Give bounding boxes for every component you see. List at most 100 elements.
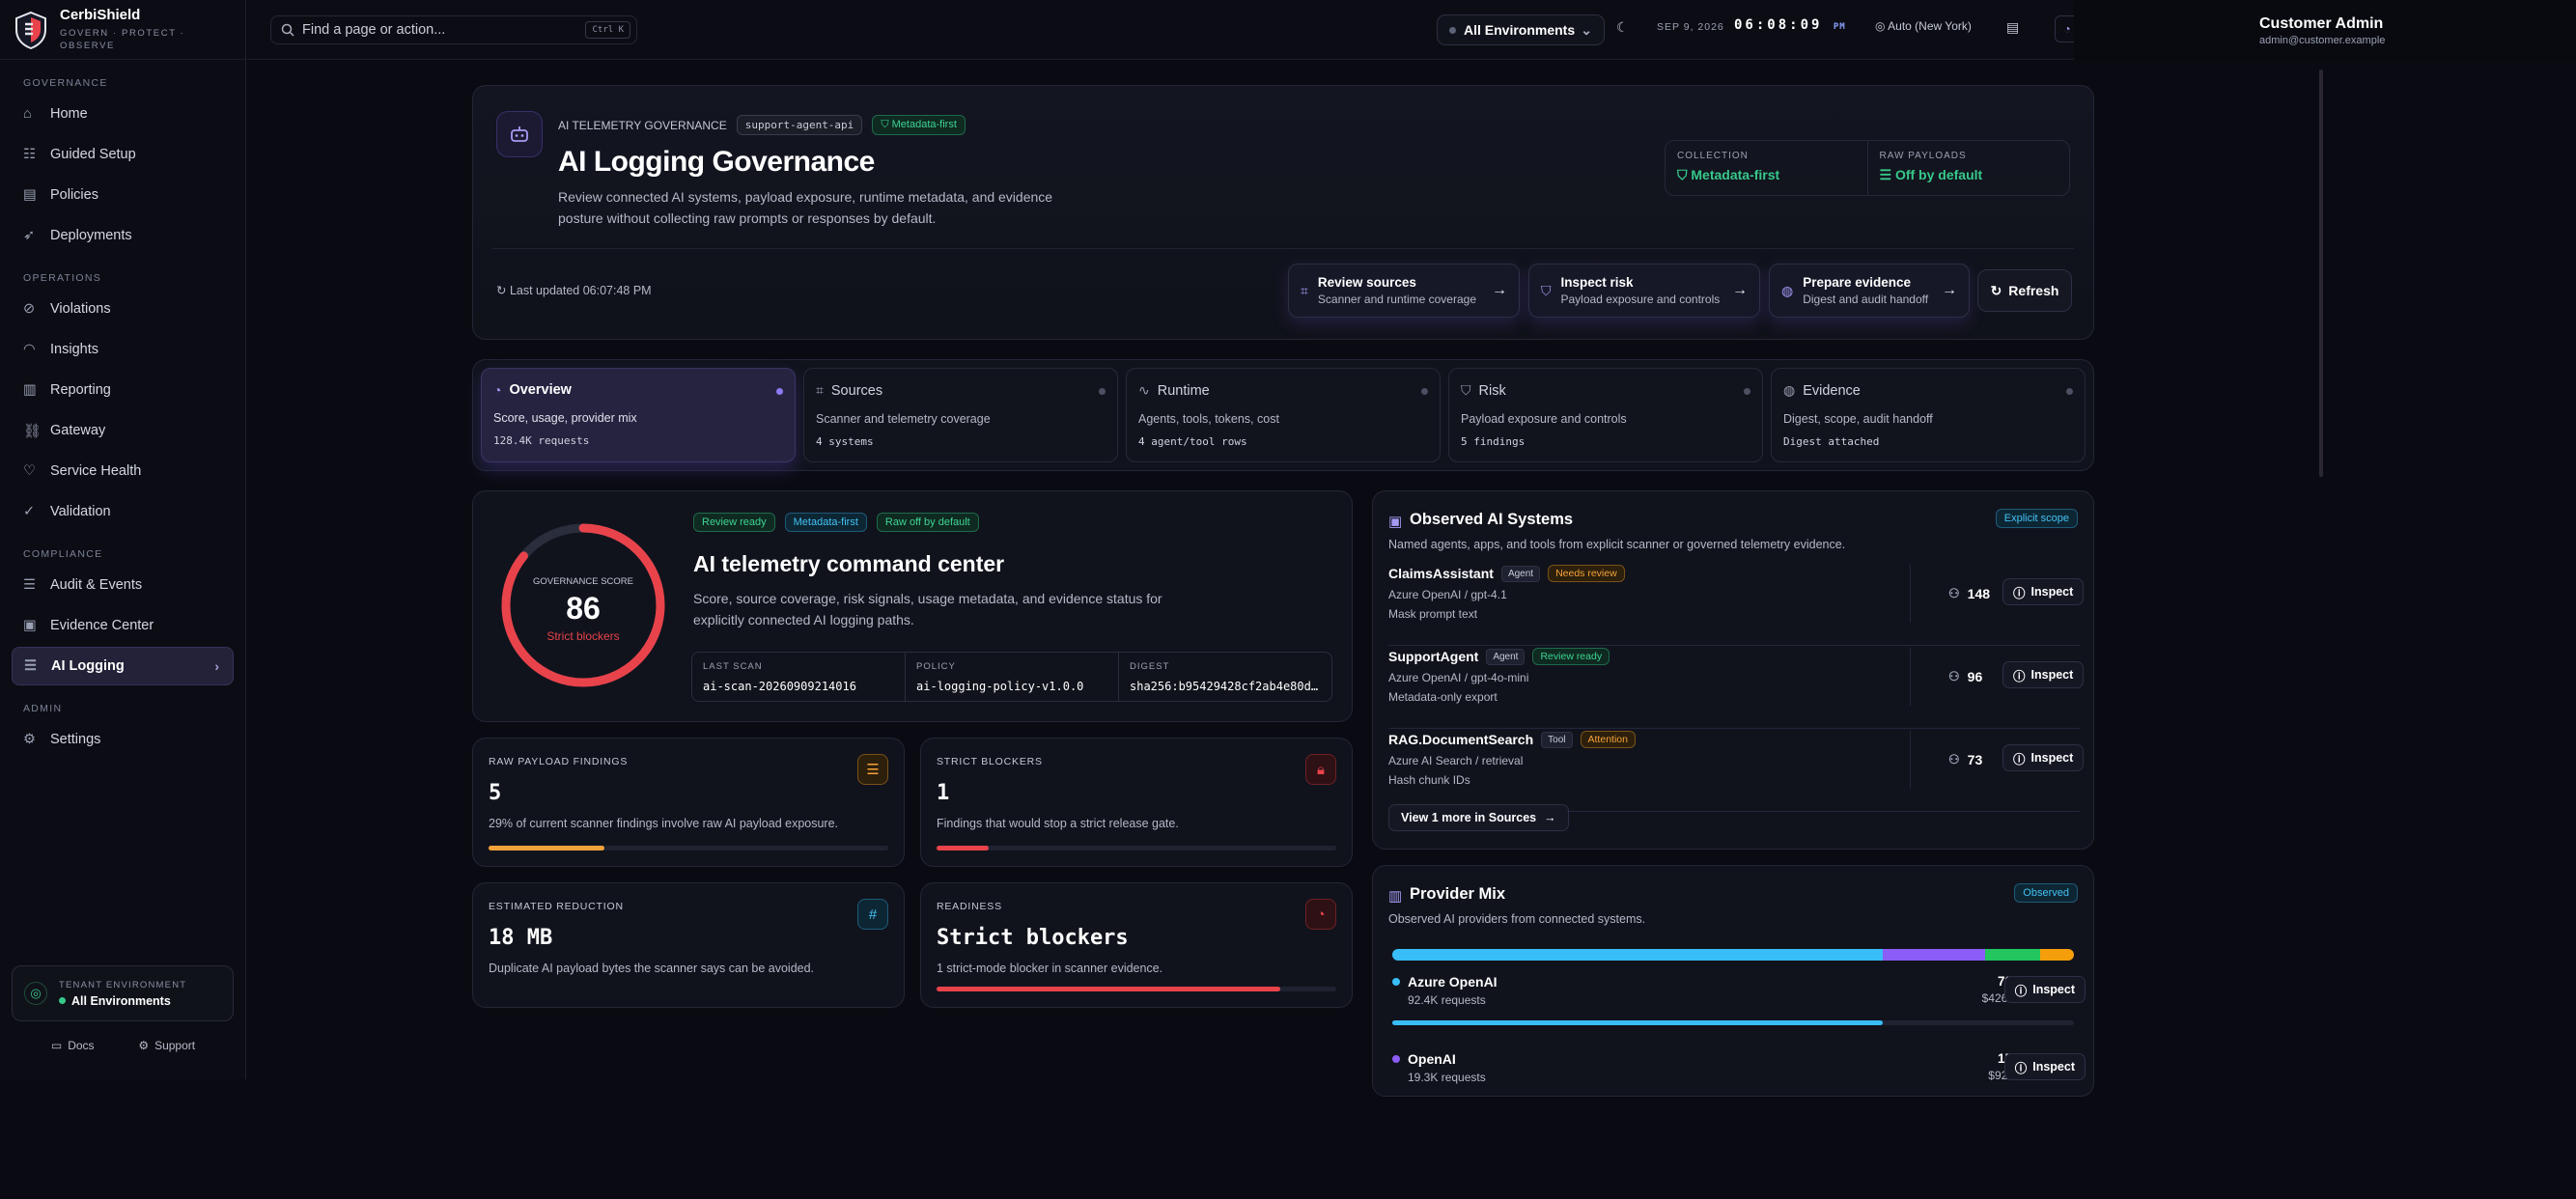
sidebar-item-validation[interactable]: ✓ Validation [12,492,234,531]
view-more-button[interactable]: View 1 more in Sources → [1388,804,1569,831]
activity-icon: ∿ [1138,382,1150,398]
sidebar-item-guided-setup[interactable]: ☷ Guided Setup [12,135,234,174]
observed-ai-systems-card: ▣ Observed AI Systems Named agents, apps… [1372,490,2094,850]
scan-icon: ⌗ [816,382,824,398]
scrollbar[interactable] [2319,70,2323,477]
status-badge: Raw off by default [876,513,979,532]
timezone-select[interactable]: ◎ Auto (New York) [1875,19,1972,33]
user-menu[interactable]: Customer Admin admin@customer.example [2074,0,2576,60]
metric-value: 5 [489,781,502,805]
database-icon: ☰ [857,754,888,785]
refresh-button[interactable]: ↻ Refresh [1977,269,2072,312]
metric-description: Duplicate AI payload bytes the scanner s… [489,962,815,975]
sidebar-item-violations[interactable]: ⊘ Violations [12,290,234,328]
provider-color-dot [1392,1055,1400,1063]
docs-link[interactable]: ▭ Docs [51,1039,95,1052]
tab-sources[interactable]: ⌗ Sources Scanner and telemetry coverage … [803,368,1118,462]
sidebar-item-evidence-center[interactable]: ▣ Evidence Center [12,606,234,645]
sidebar-item-label: Deployments [50,228,132,243]
sidebar-item-deployments[interactable]: ➶ Deployments [12,216,234,255]
inspect-label: Inspect [2032,983,2075,996]
inspect-button[interactable]: ⓘ Inspect [2002,744,2085,771]
topbar: Find a page or action... Ctrl K All Envi… [247,0,2080,60]
divider [492,248,2074,249]
search-icon [281,23,294,37]
inspect-button[interactable]: ⓘ Inspect [2002,578,2085,605]
metric-description: 29% of current scanner findings involve … [489,817,839,830]
nav-section-title: GOVERNANCE [23,77,108,89]
tenant-environment-selector[interactable]: ◎ TENANT ENVIRONMENT All Environments [12,965,234,1021]
system-row: RAG.DocumentSearch Tool Attention Azure AI … [1388,731,2085,812]
metric-label: STRICT BLOCKERS [937,756,1043,767]
sidebar-item-label: Reporting [50,382,111,398]
refresh-label: Refresh [2008,283,2059,298]
last-updated-text: Last updated 06:07:48 PM [509,284,652,297]
brand[interactable]: CerbiShield GOVERN · PROTECT · OBSERVE [0,0,245,60]
sidebar-item-policies[interactable]: ▤ Policies [12,176,234,214]
tab-runtime[interactable]: ∿ Runtime Agents, tools, tokens, cost 4 a… [1126,368,1441,462]
provider-mix-segment [2039,949,2074,961]
provider-mix-card: ▥ Provider Mix Observed AI providers fro… [1372,865,2094,1097]
action-title: Prepare evidence [1803,275,1912,290]
alert-icon: ⊘ [23,301,36,317]
sidebar-item-label: AI Logging [51,658,125,674]
provider-mix-segment [1985,949,2040,961]
heart-icon: ♡ [23,463,36,479]
evidence-icon: ▣ [23,618,37,633]
theme-toggle-moon-icon[interactable]: ☾ [1616,19,1629,36]
support-link[interactable]: ⚙ Support [138,1039,195,1052]
arrow-right-icon: → [1544,811,1556,824]
sidebar-item-service-health[interactable]: ♡ Service Health [12,452,234,490]
environment-select[interactable]: All Environments ⌄ [1437,14,1605,45]
timezone-label: Auto (New York) [1888,19,1972,33]
provider-requests: 92.4K requests [1408,993,1486,1007]
prepare-evidence-button[interactable]: ◍ Prepare evidence Digest and audit hando… [1769,264,1970,318]
tab-title: Risk [1478,382,1506,399]
card-subtitle: Observed AI providers from connected sys… [1388,912,1646,926]
search-input[interactable]: Find a page or action... Ctrl K [270,15,637,44]
provider-name: Azure OpenAI [1408,974,1498,990]
digest-value: sha256:b95429428cf2ab4e80d73... [1130,680,1321,693]
refresh-icon: ↻ [1990,282,2002,298]
chevron-right-icon: › [214,658,219,674]
tab-evidence[interactable]: ◍ Evidence Digest, scope, audit handoff D… [1771,368,2086,462]
tab-overview[interactable]: ◔ Overview Score, usage, provider mix 128… [481,368,796,462]
action-subtitle: Payload exposure and controls [1560,293,1721,306]
sidebar-item-label: Gateway [50,423,106,438]
system-status-badge: Review ready [1532,648,1610,665]
sidebar-item-gateway[interactable]: ⛓ Gateway [12,411,234,450]
status-badge: Metadata-first [784,513,867,532]
docs-label: Docs [68,1039,95,1052]
sidebar-item-reporting[interactable]: ▥ Reporting [12,371,234,409]
tab-risk[interactable]: ⛉ Risk Payload exposure and controls 5 fi… [1448,368,1763,462]
insights-icon: ◠ [23,342,36,357]
tab-indicator [1099,388,1106,395]
metric-progress [937,987,1336,991]
sidebar-item-ai-logging[interactable]: ☰ AI Logging › [12,647,234,685]
sidebar-item-audit-events[interactable]: ☰ Audit & Events [12,566,234,604]
tab-metric: 128.4K requests [493,434,590,447]
inspect-label: Inspect [2030,585,2074,599]
sidebar-item-settings[interactable]: ⚙ Settings [12,720,234,759]
clock-display: 06:08:09 PM [1734,17,1846,33]
tab-indicator [1744,388,1750,395]
review-sources-button[interactable]: ⌗ Review sources Scanner and runtime cove… [1288,264,1520,318]
people-icon: ⚇ [1948,669,1960,683]
card-title: Provider Mix [1410,885,1506,903]
system-status-badge: Needs review [1548,565,1625,582]
command-center-title: AI telemetry command center [693,551,1005,576]
inspect-button[interactable]: ⓘ Inspect [2002,661,2085,688]
metric-value: 18 MB [489,926,553,950]
scroll-doc-icon[interactable]: ▤ [2006,19,2019,36]
inspect-button[interactable]: ⓘ Inspect [2003,1053,2086,1080]
shield-icon: ⛉ [1677,167,1692,182]
provider-name: OpenAI [1408,1051,1456,1067]
gauge-status: Strict blockers [546,629,619,643]
page-description: Review connected AI systems, payload exp… [558,189,1053,226]
sidebar-item-insights[interactable]: ◠ Insights [12,330,234,369]
brand-name: CerbiShield [60,7,141,23]
inspect-button[interactable]: ⓘ Inspect [2003,976,2086,1003]
tab-metric: 4 systems [816,435,874,448]
inspect-risk-button[interactable]: ⛉ Inspect risk Payload exposure and contr… [1528,264,1760,318]
sidebar-item-home[interactable]: ⌂ Home [12,95,234,133]
